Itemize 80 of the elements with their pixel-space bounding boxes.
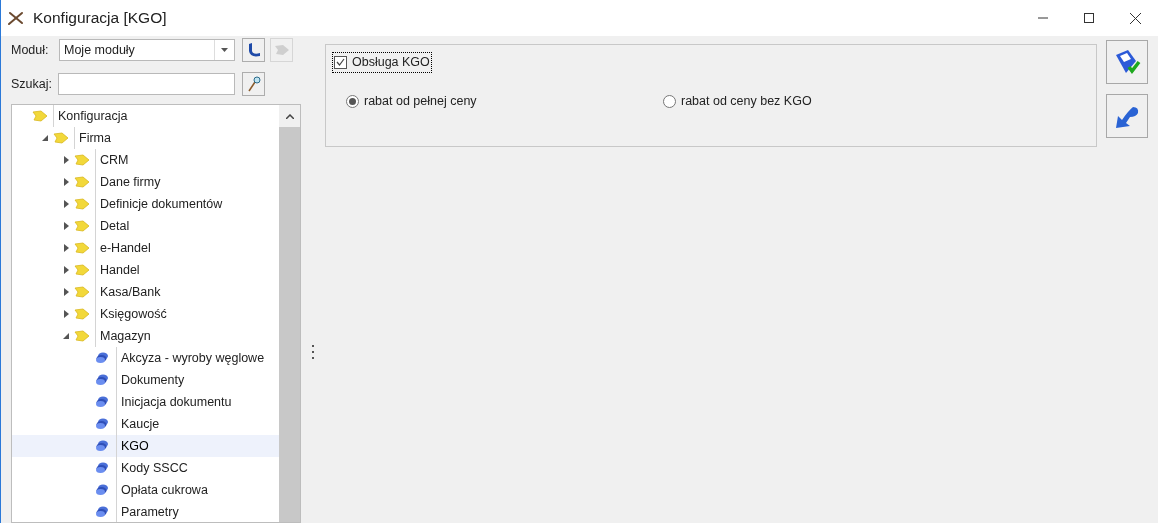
tree-item[interactable]: Parametry: [12, 501, 279, 522]
search-field[interactable]: [58, 73, 235, 95]
tree-item[interactable]: Magazyn: [12, 325, 279, 347]
tools-icon: [7, 10, 25, 26]
folder-icon: [74, 330, 90, 342]
tree-label: Dokumenty: [116, 369, 185, 391]
tree-label: Kasa/Bank: [95, 281, 161, 303]
tree-label: CRM: [95, 149, 129, 171]
stack-icon: [95, 374, 109, 386]
tree-label: Magazyn: [95, 325, 151, 347]
splitter-handle-icon[interactable]: [311, 344, 315, 359]
tree-item[interactable]: Księgowość: [12, 303, 279, 325]
window-title: Konfiguracja [KGO]: [33, 8, 167, 29]
module-label: Moduł:: [11, 41, 50, 59]
scroll-up-icon: [285, 113, 294, 119]
tree-label: Parametry: [116, 501, 179, 522]
tree-item[interactable]: Definicje dokumentów: [12, 193, 279, 215]
folder-icon: [74, 198, 90, 210]
check-icon: [336, 58, 345, 67]
search-label: Szukaj:: [11, 75, 53, 93]
tree-label: Akcyza - wyroby węglowe: [116, 347, 265, 369]
folder-icon: [53, 132, 69, 144]
tree-label: Handel: [95, 259, 140, 281]
checkbox[interactable]: [334, 55, 347, 69]
tree-label: Detal: [95, 215, 130, 237]
stack-icon: [95, 440, 109, 452]
folder-icon: [74, 242, 90, 254]
folder-icon: [74, 176, 90, 188]
tree-item[interactable]: Kody SSCC: [12, 457, 279, 479]
tree-label: Definicje dokumentów: [95, 193, 223, 215]
tree-item[interactable]: Kasa/Bank: [12, 281, 279, 303]
radio[interactable]: [663, 94, 676, 108]
folder-icon: [74, 264, 90, 276]
search-button[interactable]: [242, 72, 265, 96]
tree-item[interactable]: Opłata cukrowa: [12, 479, 279, 501]
discount-radio[interactable]: rabat od ceny bez KGO: [663, 91, 812, 111]
maximize-icon: [1084, 13, 1094, 23]
tree-label: Inicjacja dokumentu: [116, 391, 232, 413]
folder-icon: [273, 44, 290, 56]
tree-item[interactable]: KGO: [12, 435, 279, 457]
folder-icon: [74, 286, 90, 298]
tree-item[interactable]: Dokumenty: [12, 369, 279, 391]
tree-item[interactable]: Akcyza - wyroby węglowe: [12, 347, 279, 369]
folder-icon: [74, 308, 90, 320]
discount-radio[interactable]: rabat od pełnej ceny: [346, 91, 663, 111]
kgo-checkbox[interactable]: Obsługa KGO: [332, 52, 432, 73]
tree-item[interactable]: Detal: [12, 215, 279, 237]
tree-item[interactable]: CRM: [12, 149, 279, 171]
tree-label: e-Handel: [95, 237, 151, 259]
tree-item[interactable]: Inicjacja dokumentu: [12, 391, 279, 413]
stack-icon: [95, 418, 109, 430]
stack-icon: [95, 396, 109, 408]
save-button[interactable]: [1106, 40, 1148, 84]
tree-label: KGO: [116, 435, 149, 457]
folder-icon: [74, 154, 90, 166]
tree-item[interactable]: Handel: [12, 259, 279, 281]
tree-item[interactable]: e-Handel: [12, 237, 279, 259]
caret-icon: [221, 48, 228, 52]
cancel-button[interactable]: [1106, 94, 1148, 138]
tree-label: Konfiguracja: [53, 105, 128, 127]
folder-icon: [32, 110, 48, 122]
stack-icon: [95, 506, 109, 518]
tree-label: Firma: [74, 127, 111, 149]
tree-label: Księgowość: [95, 303, 167, 325]
stack-icon: [95, 352, 109, 364]
tree-label: Opłata cukrowa: [116, 479, 208, 501]
stack-icon: [95, 462, 109, 474]
tree-label: Dane firmy: [95, 171, 161, 193]
tree-item[interactable]: Konfiguracja: [12, 105, 279, 127]
module-dropdown[interactable]: Moje moduły: [59, 39, 235, 61]
folder-icon: [74, 220, 90, 232]
refresh-button[interactable]: [242, 38, 265, 62]
stack-icon: [95, 484, 109, 496]
tree-label: Kody SSCC: [116, 457, 188, 479]
tree-item[interactable]: Dane firmy: [12, 171, 279, 193]
radio[interactable]: [346, 94, 359, 108]
tree-item[interactable]: Firma: [12, 127, 279, 149]
magnifier-icon: [246, 76, 261, 92]
scrollbar[interactable]: [279, 105, 300, 522]
close-icon: [1129, 12, 1141, 24]
